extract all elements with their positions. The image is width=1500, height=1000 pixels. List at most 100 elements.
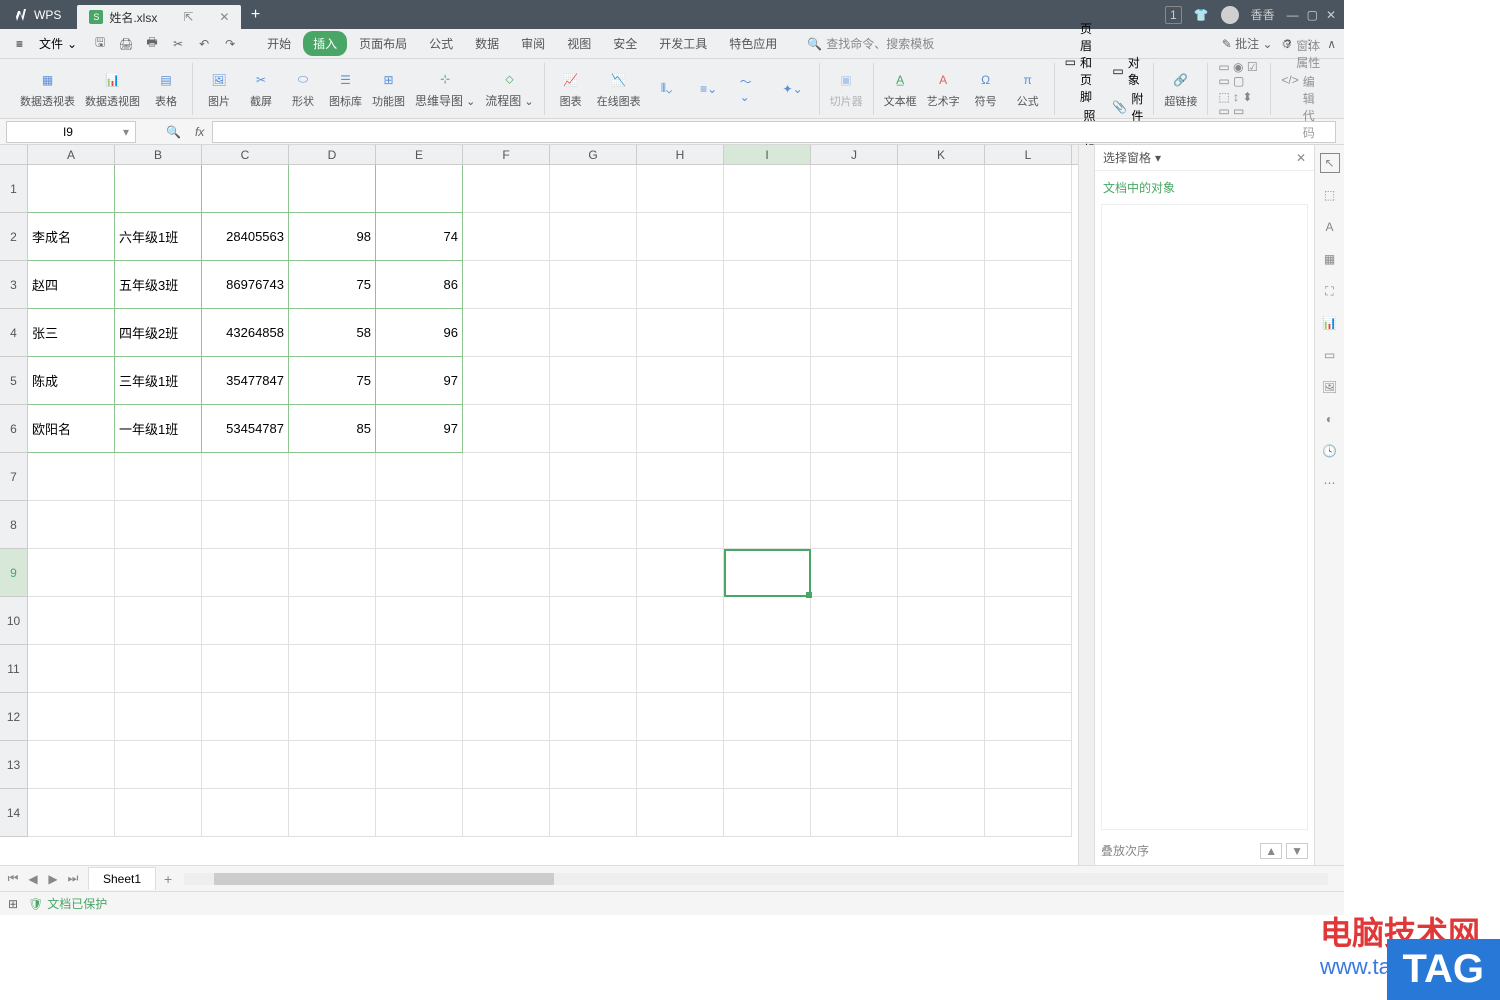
cell-I14[interactable] xyxy=(724,789,811,837)
cell-A6[interactable]: 欧阳名 xyxy=(28,405,115,453)
tab-pin-icon[interactable]: ⇱ xyxy=(183,10,193,24)
cell-B8[interactable] xyxy=(115,501,202,549)
cell-L10[interactable] xyxy=(985,597,1072,645)
move-down-icon[interactable]: ▼ xyxy=(1286,843,1308,859)
tab-特色应用[interactable]: 特色应用 xyxy=(719,31,787,56)
cell-I10[interactable] xyxy=(724,597,811,645)
cell-D2[interactable]: 98 xyxy=(289,213,376,261)
hyperlink-button[interactable]: 🔗超链接 xyxy=(1164,69,1197,109)
tab-数据[interactable]: 数据 xyxy=(465,31,509,56)
cell-J7[interactable] xyxy=(811,453,898,501)
cell-A11[interactable] xyxy=(28,645,115,693)
cell-K2[interactable] xyxy=(898,213,985,261)
wps-logo[interactable]: WPS xyxy=(0,7,73,23)
cell-J12[interactable] xyxy=(811,693,898,741)
cell-D7[interactable] xyxy=(289,453,376,501)
cell-J2[interactable] xyxy=(811,213,898,261)
tab-close-icon[interactable]: ✕ xyxy=(219,10,229,24)
cell-D12[interactable] xyxy=(289,693,376,741)
tab-开发工具[interactable]: 开发工具 xyxy=(649,31,717,56)
cell-J8[interactable] xyxy=(811,501,898,549)
cell-I4[interactable] xyxy=(724,309,811,357)
new-tab-button[interactable]: + xyxy=(241,6,269,24)
sheet-first-icon[interactable]: ⏮ xyxy=(4,871,22,886)
cell-K10[interactable] xyxy=(898,597,985,645)
screenshot-button[interactable]: ✂截屏 xyxy=(245,69,277,109)
cell-A5[interactable]: 陈成 xyxy=(28,357,115,405)
attachment-button[interactable]: 📎附件 xyxy=(1112,90,1143,124)
clipboard-rail-icon[interactable]: ▭ xyxy=(1320,345,1340,365)
cell-D14[interactable] xyxy=(289,789,376,837)
cell-I3[interactable] xyxy=(724,261,811,309)
cell-E4[interactable]: 96 xyxy=(376,309,463,357)
cell-L9[interactable] xyxy=(985,549,1072,597)
cell-B11[interactable] xyxy=(115,645,202,693)
cell-L1[interactable] xyxy=(985,165,1072,213)
row-header-5[interactable]: 5 xyxy=(0,357,28,405)
cell-D4[interactable]: 58 xyxy=(289,309,376,357)
cell-A3[interactable]: 赵四 xyxy=(28,261,115,309)
cell-F10[interactable] xyxy=(463,597,550,645)
cell-B13[interactable] xyxy=(115,741,202,789)
radar-chart-icon[interactable]: ✦⌄ xyxy=(777,78,809,100)
cell-B10[interactable] xyxy=(115,597,202,645)
picture-button[interactable]: 🖼图片 xyxy=(203,69,235,109)
spreadsheet-grid[interactable]: ABCDEFGHIJKL 1234567891011121314 李成名六年级1… xyxy=(0,145,1078,865)
cell-K7[interactable] xyxy=(898,453,985,501)
cell-K3[interactable] xyxy=(898,261,985,309)
cell-F8[interactable] xyxy=(463,501,550,549)
bar-chart-icon[interactable]: ≡⌄ xyxy=(693,78,725,100)
cell-K8[interactable] xyxy=(898,501,985,549)
tab-开始[interactable]: 开始 xyxy=(257,31,301,56)
close-icon[interactable]: ✕ xyxy=(1326,8,1336,22)
cell-I11[interactable] xyxy=(724,645,811,693)
row-header-3[interactable]: 3 xyxy=(0,261,28,309)
cell-G12[interactable] xyxy=(550,693,637,741)
cell-F1[interactable] xyxy=(463,165,550,213)
cell-H5[interactable] xyxy=(637,357,724,405)
cell-I5[interactable] xyxy=(724,357,811,405)
cell-B2[interactable]: 六年级1班 xyxy=(115,213,202,261)
col-header-B[interactable]: B xyxy=(115,145,202,164)
cell-E1[interactable] xyxy=(376,165,463,213)
cell-C8[interactable] xyxy=(202,501,289,549)
cell-K12[interactable] xyxy=(898,693,985,741)
col-header-E[interactable]: E xyxy=(376,145,463,164)
shapes-button[interactable]: ⬭形状 xyxy=(287,69,319,109)
cell-B6[interactable]: 一年级1班 xyxy=(115,405,202,453)
cell-E8[interactable] xyxy=(376,501,463,549)
cell-D9[interactable] xyxy=(289,549,376,597)
cell-E2[interactable]: 74 xyxy=(376,213,463,261)
formula-input[interactable] xyxy=(212,121,1336,143)
cell-D3[interactable]: 75 xyxy=(289,261,376,309)
cell-F6[interactable] xyxy=(463,405,550,453)
pivot-table-button[interactable]: ▦数据透视表 xyxy=(20,69,75,109)
col-header-H[interactable]: H xyxy=(637,145,724,164)
cell-G11[interactable] xyxy=(550,645,637,693)
cell-L7[interactable] xyxy=(985,453,1072,501)
col-header-F[interactable]: F xyxy=(463,145,550,164)
cell-H1[interactable] xyxy=(637,165,724,213)
cell-E13[interactable] xyxy=(376,741,463,789)
cell-K1[interactable] xyxy=(898,165,985,213)
equation-button[interactable]: π公式 xyxy=(1012,69,1044,109)
cell-H9[interactable] xyxy=(637,549,724,597)
print-preview-icon[interactable]: 🖨 xyxy=(115,33,137,55)
object-button[interactable]: ▭对象 xyxy=(1112,54,1143,88)
cell-K13[interactable] xyxy=(898,741,985,789)
cell-A13[interactable] xyxy=(28,741,115,789)
cell-B14[interactable] xyxy=(115,789,202,837)
cell-K4[interactable] xyxy=(898,309,985,357)
cell-G13[interactable] xyxy=(550,741,637,789)
cell-I12[interactable] xyxy=(724,693,811,741)
cell-H8[interactable] xyxy=(637,501,724,549)
row-header-12[interactable]: 12 xyxy=(0,693,28,741)
image-rail-icon[interactable]: 🖼 xyxy=(1320,377,1340,397)
row-header-13[interactable]: 13 xyxy=(0,741,28,789)
cell-E6[interactable]: 97 xyxy=(376,405,463,453)
row-header-8[interactable]: 8 xyxy=(0,501,28,549)
form-controls-icons[interactable]: ▭ ◉ ☑ ▭ ▢ xyxy=(1218,60,1260,88)
row-header-9[interactable]: 9 xyxy=(0,549,28,597)
search-command[interactable]: 🔍 查找命令、搜索模板 xyxy=(807,35,934,52)
horizontal-scrollbar[interactable] xyxy=(184,873,1328,885)
